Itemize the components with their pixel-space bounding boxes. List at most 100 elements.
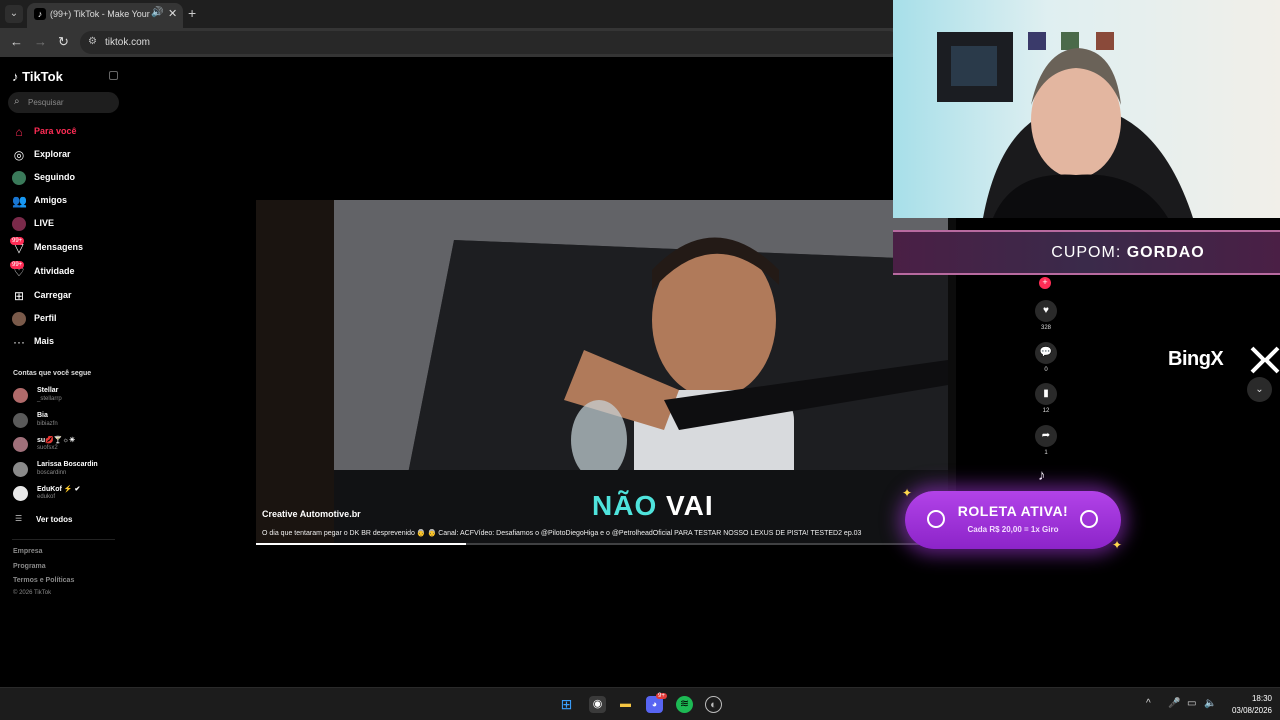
streamer-webcam: [893, 0, 1280, 218]
more-icon: ···: [13, 335, 25, 349]
file-explorer-icon[interactable]: ▬: [617, 696, 634, 713]
tab-search-button[interactable]: ⌄: [5, 5, 23, 23]
comment-icon[interactable]: 💬: [1035, 342, 1057, 364]
see-all-label: Ver todos: [36, 515, 73, 524]
next-video-chevron-icon[interactable]: ⌄: [1247, 377, 1272, 402]
site-info-icon[interactable]: ⚙: [88, 36, 97, 47]
tiktok-sound-icon[interactable]: ♪: [1038, 467, 1046, 484]
microphone-icon[interactable]: 🎤: [1168, 698, 1180, 709]
account-handle: _stellarrp: [37, 396, 62, 402]
close-tab-icon[interactable]: ✕: [168, 7, 177, 20]
bookmark-count: 12: [1042, 408, 1050, 414]
nav-perfil[interactable]: Perfil: [10, 310, 120, 328]
share-action[interactable]: ➦ 1: [1033, 425, 1059, 456]
video-progress-fill: [256, 543, 466, 545]
sidebar-divider: [12, 539, 115, 540]
following-account[interactable]: Bia bibiazfn: [13, 410, 113, 432]
coupon-banner: CUPOM: GORDAO: [893, 230, 1280, 275]
nav-explorar[interactable]: ◎ Explorar: [10, 146, 120, 164]
following-account[interactable]: Stellar _stellarrp: [13, 385, 113, 407]
caption-word-2: VAI: [666, 490, 714, 521]
reload-icon[interactable]: ↻: [58, 34, 69, 50]
account-name: Stellar: [37, 387, 59, 394]
account-name: Larissa Boscardin: [37, 461, 98, 468]
nav-label: LIVE: [34, 218, 55, 228]
activity-badge: 99+: [10, 261, 25, 269]
footer-link-empresa[interactable]: Empresa: [13, 548, 43, 555]
like-count: 328: [1040, 325, 1051, 331]
sparkle-icon: ✦: [1112, 538, 1123, 552]
video-progress-bar[interactable]: [256, 543, 956, 545]
sponsor-logo: BingX: [1168, 348, 1224, 370]
follow-plus-button[interactable]: +: [1039, 277, 1051, 289]
share-count: 1: [1044, 450, 1048, 456]
account-name: su💋🍸☼☀: [37, 437, 76, 444]
messages-badge: 99+: [10, 237, 25, 245]
coupon-code: GORDAO: [1126, 244, 1205, 261]
nav-live[interactable]: LIVE: [10, 215, 120, 233]
webcam-image: [937, 32, 1193, 218]
discord-badge: 9+: [656, 693, 667, 699]
nav-mais[interactable]: ··· Mais: [10, 333, 120, 351]
account-handle: boscardinn: [37, 470, 67, 476]
roulette-banner[interactable]: ROLETA ATIVA! Cada R$ 20,00 = 1x Giro: [905, 491, 1121, 549]
nav-atividade[interactable]: ♡ 99+ Atividade: [10, 261, 120, 281]
nav-amigos[interactable]: 👥 Amigos: [10, 192, 120, 210]
address-bar[interactable]: ⚙ tiktok.com: [80, 31, 900, 54]
coupon-text: CUPOM: GORDAO: [893, 244, 1280, 262]
following-account[interactable]: EduKof ⚡ ✔ edukof: [13, 483, 113, 505]
share-icon[interactable]: ➦: [1035, 425, 1057, 447]
forward-arrow-icon[interactable]: →: [34, 34, 47, 49]
search-box[interactable]: ⌕: [8, 92, 119, 113]
video-pillarbox: [256, 200, 334, 545]
bookmark-icon[interactable]: ▮: [1035, 383, 1057, 405]
chrome-icon[interactable]: ◉: [589, 696, 606, 713]
url-text: tiktok.com: [105, 37, 151, 48]
search-icon: ⌕: [14, 96, 20, 107]
clock-date[interactable]: 03/08/2026: [1222, 706, 1272, 715]
speaker-icon[interactable]: 🔊: [151, 7, 163, 18]
see-all-button[interactable]: ☰ Ver todos: [13, 513, 93, 527]
nav-para-voce[interactable]: ⌂ Para você: [10, 123, 120, 141]
nav-label: Atividade: [34, 266, 75, 276]
nav-carregar[interactable]: ⊞ Carregar: [10, 287, 120, 305]
windows-start-icon[interactable]: ⊞: [558, 696, 575, 713]
browser-tab[interactable]: ♪ (99+) TikTok - Make Your Day 🔊 ✕: [27, 3, 183, 28]
clock-time[interactable]: 18:30: [1244, 694, 1272, 703]
nav-mensagens[interactable]: ▽ 99+ Mensagens: [10, 237, 120, 257]
comment-action[interactable]: 💬 0: [1033, 342, 1059, 373]
new-tab-button[interactable]: +: [188, 5, 196, 21]
footer-link-programa[interactable]: Programa: [13, 563, 46, 570]
avatar: [13, 486, 28, 501]
live-icon: [12, 217, 26, 231]
home-icon: ⌂: [15, 125, 23, 139]
video-player[interactable]: NÃO VAI Creative Automotive.br O dia que…: [256, 200, 956, 545]
heart-icon[interactable]: ♥: [1035, 300, 1057, 322]
obs-icon[interactable]: ◐: [705, 696, 722, 713]
volume-icon[interactable]: 🔈: [1204, 698, 1216, 709]
chevron-up-icon[interactable]: ^: [1146, 698, 1151, 709]
nav-seguindo[interactable]: Seguindo: [10, 169, 120, 187]
nav-label: Amigos: [34, 195, 68, 205]
spotify-icon[interactable]: ≋: [676, 696, 693, 713]
nav-label: Explorar: [34, 149, 71, 159]
tiktok-logo[interactable]: ♪ TikTok: [12, 69, 63, 84]
compass-icon: ◎: [13, 148, 25, 162]
coupon-label: CUPOM:: [1051, 244, 1122, 261]
back-arrow-icon[interactable]: ←: [10, 34, 23, 49]
avatar: [13, 437, 28, 452]
bookmark-action[interactable]: ▮ 12: [1033, 383, 1059, 414]
video-author[interactable]: Creative Automotive.br: [262, 509, 361, 519]
following-account[interactable]: su💋🍸☼☀ suofsx2: [13, 434, 113, 456]
network-icon[interactable]: ▭: [1187, 698, 1196, 709]
like-action[interactable]: ♥ 328: [1033, 300, 1059, 331]
following-account[interactable]: Larissa Boscardin boscardinn: [13, 459, 113, 481]
search-input[interactable]: [28, 96, 113, 109]
account-handle: suofsx2: [37, 445, 58, 451]
nav-label: Perfil: [34, 313, 57, 323]
nav-label: Carregar: [34, 290, 72, 300]
footer-link-termos[interactable]: Termos e Políticas: [13, 577, 74, 584]
collapse-sidebar-icon[interactable]: [109, 71, 118, 80]
following-section-title: Contas que você segue: [13, 370, 92, 377]
account-name: EduKof ⚡ ✔: [37, 486, 81, 493]
